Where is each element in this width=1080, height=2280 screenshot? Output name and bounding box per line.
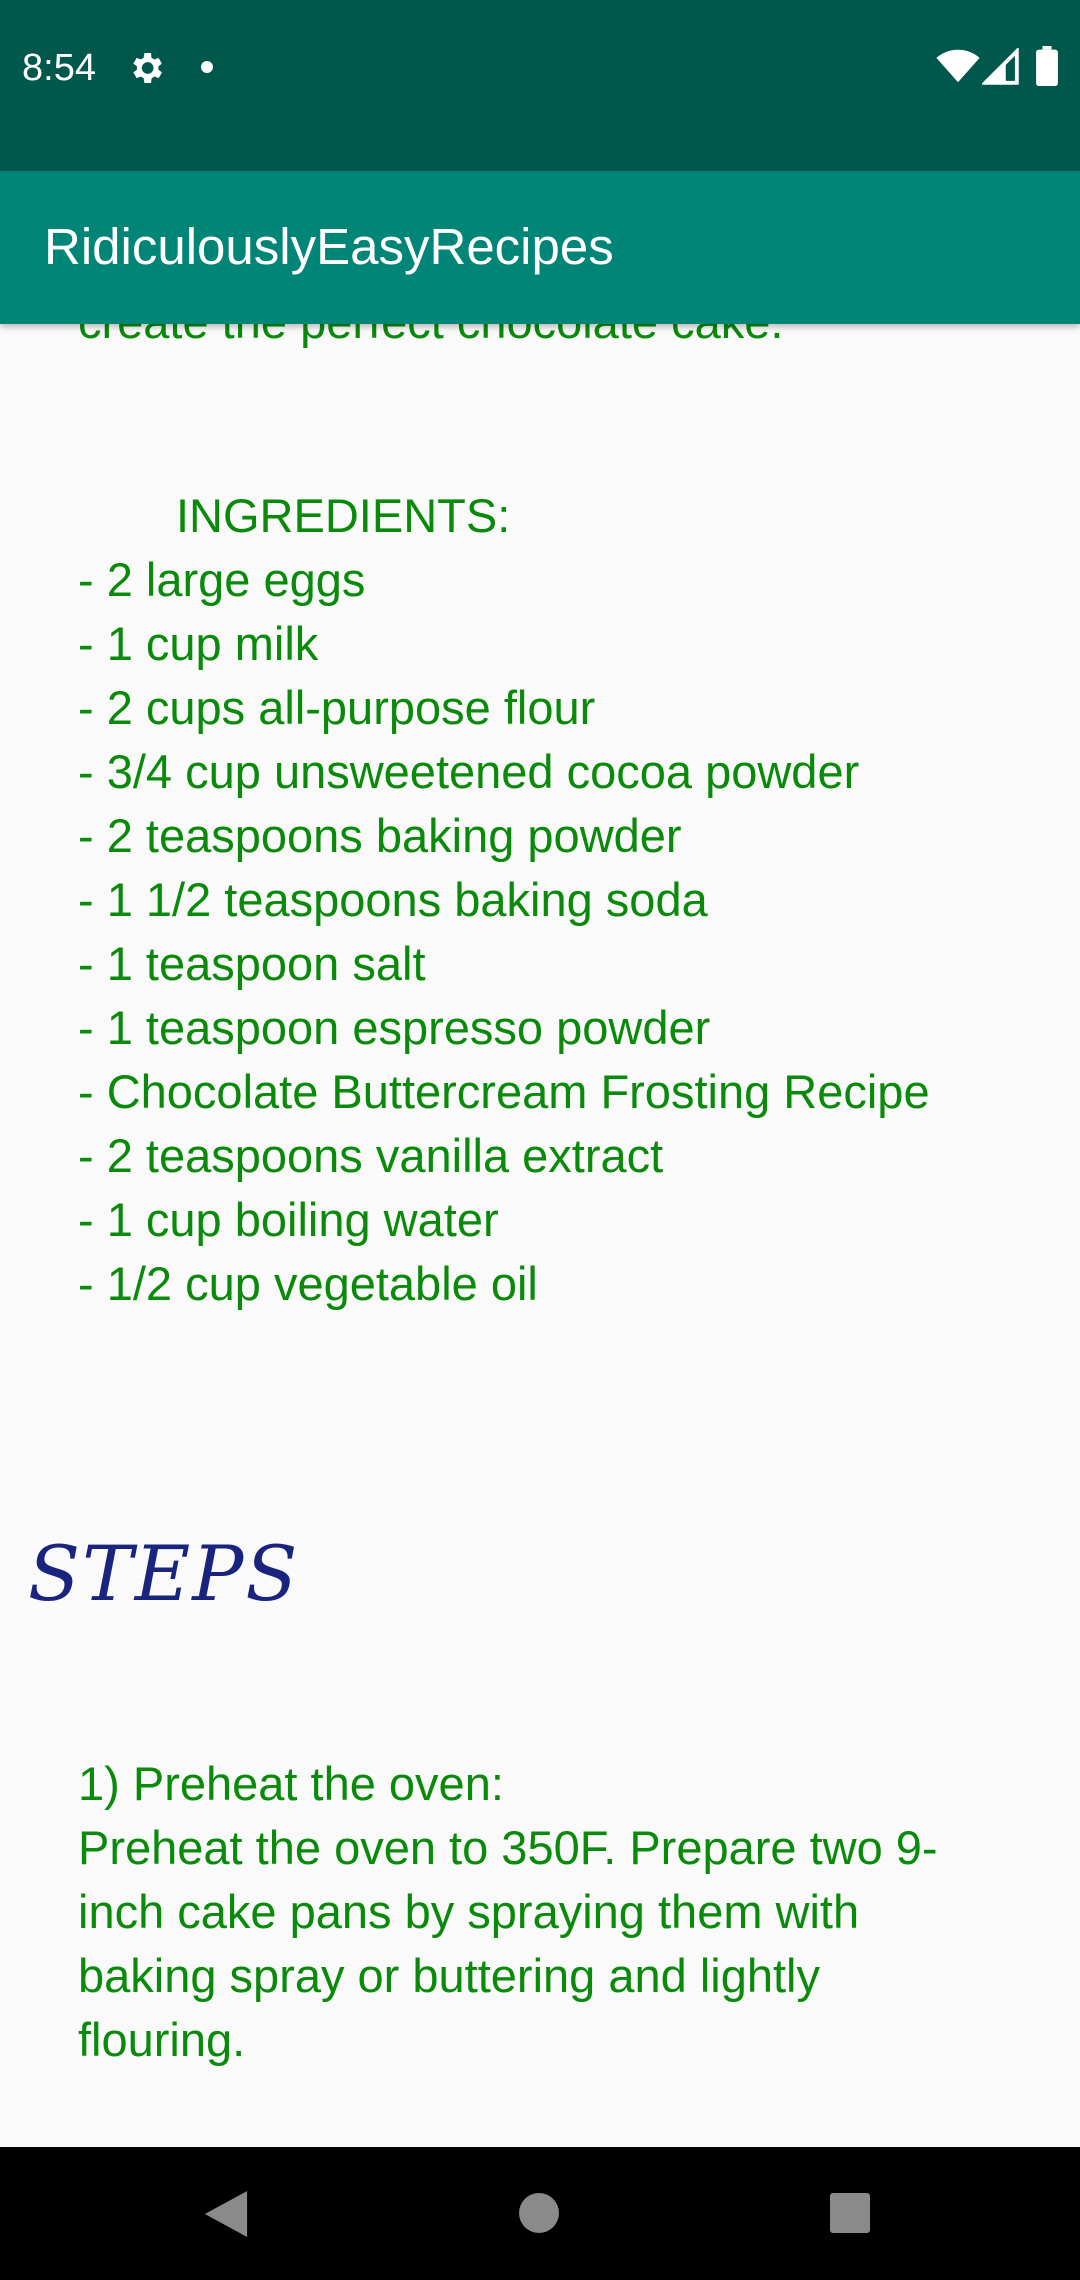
recents-icon[interactable] bbox=[830, 2193, 870, 2233]
status-time: 8:54 bbox=[22, 47, 96, 89]
app-title: RidiculouslyEasyRecipes bbox=[44, 218, 614, 275]
status-bar: 8:54 bbox=[0, 0, 1080, 171]
wifi-icon bbox=[936, 49, 980, 83]
ingredient-item: - 1 1/2 teaspoons baking soda bbox=[78, 873, 708, 926]
notification-dot-icon bbox=[201, 61, 213, 73]
steps-heading: STEPS bbox=[28, 1529, 300, 1618]
ingredient-item: - 3/4 cup unsweetened cocoa powder bbox=[78, 745, 860, 798]
ingredient-item: - 1 cup boiling water bbox=[78, 1193, 499, 1246]
ingredients-list: - 2 large eggs - 1 cup milk - 2 cups all… bbox=[78, 548, 1038, 1316]
ingredient-item: - 1 cup milk bbox=[78, 617, 319, 670]
step-title: 1) Preheat the oven: bbox=[78, 1757, 504, 1810]
signal-icon bbox=[982, 48, 1019, 85]
ingredient-item: - 2 teaspoons baking powder bbox=[78, 809, 682, 862]
recipe-intro-text: create the perfect chocolate cake. bbox=[78, 324, 783, 354]
ingredients-heading: INGREDIENTS: bbox=[176, 489, 511, 542]
app-bar: RidiculouslyEasyRecipes bbox=[0, 171, 1080, 324]
step-item: 1) Preheat the oven: Preheat the oven to… bbox=[78, 1752, 978, 2072]
recipe-scroll-view[interactable]: create the perfect chocolate cake. INGRE… bbox=[0, 324, 1080, 2147]
ingredient-item: - 1 teaspoon salt bbox=[78, 937, 426, 990]
ingredient-item: - Chocolate Buttercream Frosting Recipe bbox=[78, 1065, 930, 1118]
back-icon[interactable] bbox=[204, 2191, 248, 2237]
ingredient-item: - 1/2 cup vegetable oil bbox=[78, 1257, 538, 1310]
battery-icon bbox=[1036, 46, 1058, 86]
ingredient-item: - 2 cups all-purpose flour bbox=[78, 681, 596, 734]
step-body: Preheat the oven to 350F. Prepare two 9-… bbox=[78, 1821, 938, 2066]
gear-icon bbox=[133, 53, 162, 83]
ingredient-item: - 1 teaspoon espresso powder bbox=[78, 1001, 711, 1054]
ingredient-item: - 2 teaspoons vanilla extract bbox=[78, 1129, 664, 1182]
home-icon[interactable] bbox=[519, 2193, 559, 2233]
navigation-bar bbox=[0, 2147, 1080, 2280]
ingredient-item: - 2 large eggs bbox=[78, 553, 366, 606]
